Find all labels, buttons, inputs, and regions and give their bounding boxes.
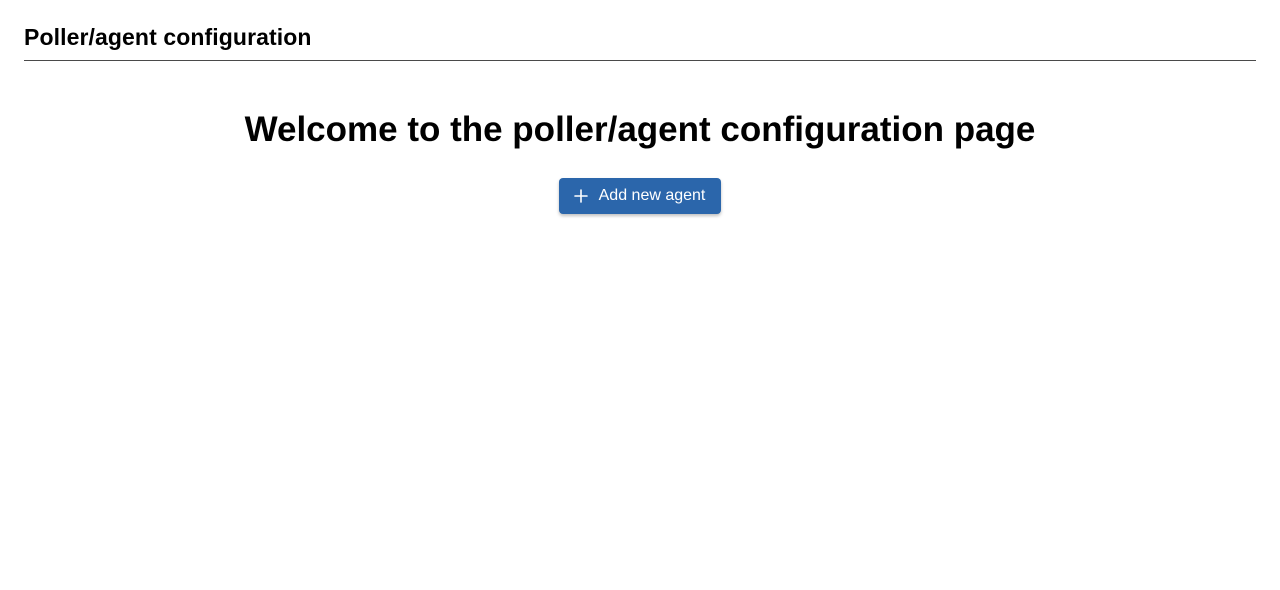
add-new-agent-label: Add new agent xyxy=(598,187,706,204)
main-content: Welcome to the poller/agent configuratio… xyxy=(0,108,1280,214)
add-new-agent-button[interactable]: Add new agent xyxy=(558,178,722,214)
plus-icon xyxy=(573,188,589,204)
welcome-heading: Welcome to the poller/agent configuratio… xyxy=(244,110,1036,149)
page-title: Poller/agent configuration xyxy=(24,24,312,50)
page: Poller/agent configuration Welcome to th… xyxy=(0,0,1280,590)
page-header: Poller/agent configuration xyxy=(24,22,1256,61)
